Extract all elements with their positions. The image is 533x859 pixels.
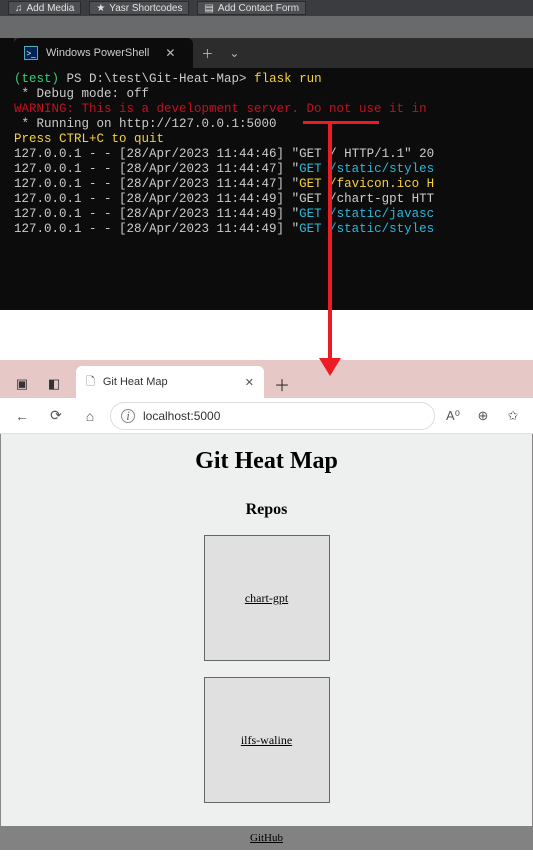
command-text: flask run: [254, 72, 322, 86]
star-icon: ★: [96, 3, 105, 14]
add-contact-form-button[interactable]: ▤ Add Contact Form: [197, 1, 306, 15]
terminal-output[interactable]: (test) PS D:\test\Git-Heat-Map> flask ru…: [14, 68, 533, 237]
log-req: GET / HTTP/1.1" 20: [299, 147, 434, 161]
browser-tab-strip: ▣ ◧ 🗋 Git Heat Map ✕ ＋: [0, 360, 533, 398]
log-ts: [28/Apr/2023 11:44:49]: [119, 192, 284, 206]
log-ts: [28/Apr/2023 11:44:49]: [119, 207, 284, 221]
log-req: GET /favicon.ico H: [299, 177, 434, 191]
log-req: GET /chart-gpt HTT: [299, 192, 434, 206]
run-prefix: *: [14, 117, 37, 131]
log-ip: 127.0.0.1 - -: [14, 222, 119, 236]
vertical-tabs-icon[interactable]: ◧: [40, 370, 68, 398]
favorites-icon[interactable]: ✩: [501, 404, 525, 428]
close-icon[interactable]: ✕: [157, 46, 183, 60]
log-req: GET /static/styles: [299, 162, 434, 176]
contact-label: Add Contact Form: [218, 3, 299, 14]
powershell-icon: >_: [24, 46, 38, 60]
form-icon: ▤: [204, 3, 213, 14]
yasr-label: Yasr Shortcodes: [109, 3, 182, 14]
gap: [0, 310, 533, 360]
log-mid: ": [284, 192, 299, 206]
new-browser-tab-button[interactable]: ＋: [268, 370, 296, 398]
prompt-path: PS D:\test\Git-Heat-Map>: [67, 72, 247, 86]
log-mid: ": [284, 162, 299, 176]
read-aloud-icon[interactable]: A⁰: [441, 404, 465, 428]
log-ip: 127.0.0.1 - -: [14, 177, 119, 191]
github-link[interactable]: GitHub: [250, 832, 283, 844]
refresh-button[interactable]: ⟳: [42, 402, 70, 430]
add-media-label: Add Media: [27, 3, 75, 14]
page-footer: GitHub: [0, 826, 533, 850]
browser-window: ▣ ◧ 🗋 Git Heat Map ✕ ＋ ← ⟳ ⌂ i localhost…: [0, 360, 533, 850]
terminal-tab-title: Windows PowerShell: [46, 47, 149, 59]
log-ts: [28/Apr/2023 11:44:46]: [119, 147, 284, 161]
repo-link[interactable]: chart-gpt: [245, 591, 288, 606]
back-button[interactable]: ←: [8, 402, 36, 430]
log-mid: ": [284, 222, 299, 236]
terminal-tab-bar: >_ Windows PowerShell ✕ ＋ ⌄: [14, 38, 533, 68]
address-bar[interactable]: i localhost:5000: [110, 402, 435, 430]
wp-toolbar: ♫ Add Media ★ Yasr Shortcodes ▤ Add Cont…: [0, 0, 533, 16]
page-favicon-icon: 🗋: [86, 373, 95, 392]
site-info-icon[interactable]: i: [121, 409, 135, 423]
annotation-underline: [303, 121, 379, 124]
log-ts: [28/Apr/2023 11:44:49]: [119, 222, 284, 236]
url-text: localhost:5000: [143, 409, 220, 423]
venv-label: (test): [14, 72, 59, 86]
ctrlc-line: Press CTRL+C to quit: [14, 132, 164, 146]
log-ts: [28/Apr/2023 11:44:47]: [119, 177, 284, 191]
media-icon: ♫: [15, 3, 23, 14]
log-mid: ": [284, 207, 299, 221]
debug-line: Debug mode: off: [37, 87, 150, 101]
page-content: Git Heat Map Repos chart-gpt ilfs-waline: [0, 434, 533, 826]
warning-line: WARNING: This is a development server. D…: [14, 102, 434, 116]
browser-tab-active[interactable]: 🗋 Git Heat Map ✕: [76, 366, 264, 398]
log-ip: 127.0.0.1 - -: [14, 162, 119, 176]
terminal-window: >_ Windows PowerShell ✕ ＋ ⌄ (test) PS D:…: [0, 38, 533, 310]
page-subtitle: Repos: [1, 501, 532, 519]
browser-toolbar: ← ⟳ ⌂ i localhost:5000 A⁰ ⊕ ✩: [0, 398, 533, 434]
add-media-button[interactable]: ♫ Add Media: [8, 1, 81, 15]
repo-card[interactable]: chart-gpt: [204, 535, 330, 661]
log-ip: 127.0.0.1 - -: [14, 207, 119, 221]
browser-tab-title: Git Heat Map: [103, 376, 168, 388]
arrow-line: [328, 123, 332, 363]
repo-link[interactable]: ilfs-waline: [241, 733, 292, 748]
terminal-tab-active[interactable]: >_ Windows PowerShell ✕: [14, 38, 193, 68]
running-line: Running on http://127.0.0.1:5000: [37, 117, 277, 131]
log-ip: 127.0.0.1 - -: [14, 192, 119, 206]
log-req: GET /static/styles: [299, 222, 434, 236]
log-ts: [28/Apr/2023 11:44:47]: [119, 162, 284, 176]
log-req: GET /static/javasc: [299, 207, 434, 221]
tab-actions-icon[interactable]: ▣: [8, 370, 36, 398]
log-mid: ": [284, 177, 299, 191]
new-tab-button[interactable]: ＋: [193, 45, 221, 62]
arrow-head-icon: [319, 358, 341, 376]
zoom-icon[interactable]: ⊕: [471, 404, 495, 428]
log-mid: ": [284, 147, 299, 161]
close-tab-icon[interactable]: ✕: [245, 376, 254, 389]
dbg-prefix: *: [14, 87, 37, 101]
home-button[interactable]: ⌂: [76, 402, 104, 430]
log-ip: 127.0.0.1 - -: [14, 147, 119, 161]
tab-dropdown-icon[interactable]: ⌄: [221, 46, 247, 60]
yasr-button[interactable]: ★ Yasr Shortcodes: [89, 1, 189, 15]
page-title: Git Heat Map: [1, 448, 532, 475]
gap: [0, 16, 533, 38]
repo-card[interactable]: ilfs-waline: [204, 677, 330, 803]
